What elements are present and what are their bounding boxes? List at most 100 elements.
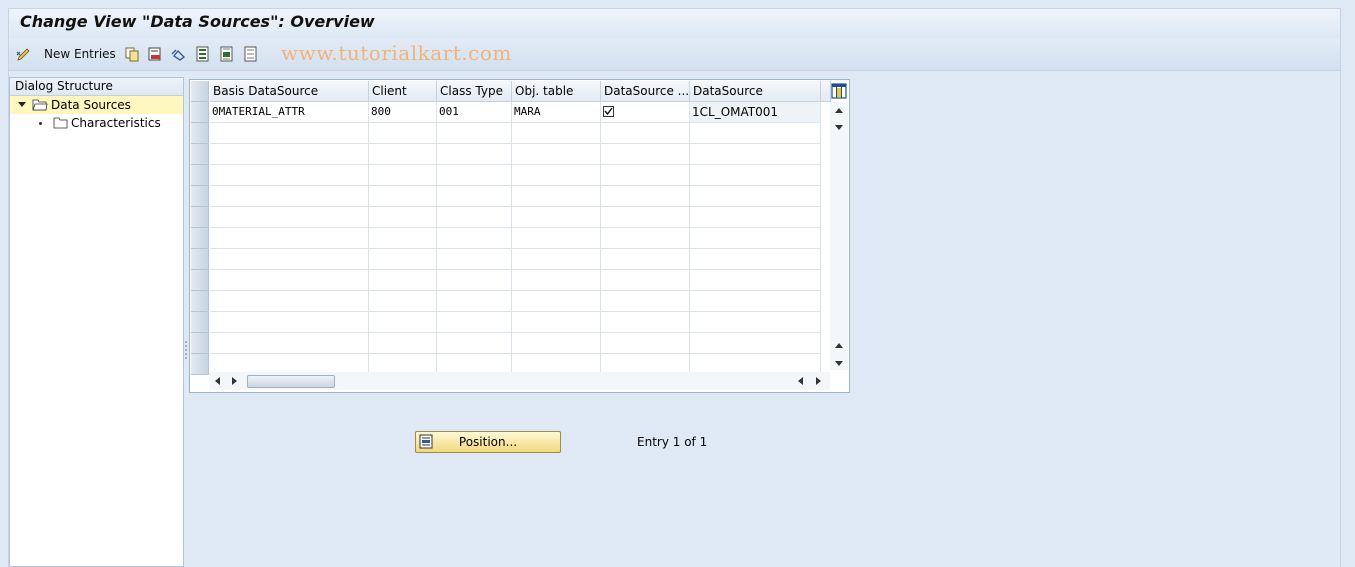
table-cell[interactable] [512, 207, 601, 228]
row-selector[interactable] [191, 354, 209, 375]
table-cell[interactable] [601, 207, 690, 228]
table-cell[interactable] [601, 270, 690, 291]
table-cell[interactable] [437, 291, 512, 312]
table-cell[interactable] [437, 228, 512, 249]
row-selector[interactable] [191, 312, 209, 333]
table-cell[interactable] [601, 186, 690, 207]
table-cell[interactable] [437, 333, 512, 354]
table-cell[interactable] [690, 186, 821, 207]
expand-triangle-icon[interactable] [18, 102, 26, 107]
select-all-rows-button[interactable] [191, 81, 209, 102]
table-cell[interactable]: 800 [369, 102, 437, 123]
row-selector[interactable] [191, 186, 209, 207]
table-cell[interactable] [210, 228, 369, 249]
table-cell[interactable] [369, 123, 437, 144]
table-cell[interactable] [210, 165, 369, 186]
table-cell[interactable] [210, 144, 369, 165]
column-header[interactable]: Basis DataSource [210, 81, 369, 102]
table-cell[interactable] [601, 144, 690, 165]
new-entries-button[interactable]: New Entries [44, 45, 116, 63]
row-selector[interactable] [191, 333, 209, 354]
row-selector[interactable] [191, 270, 209, 291]
edit-toggle-button[interactable] [16, 45, 32, 63]
horizontal-scrollbar[interactable] [209, 372, 830, 390]
table-cell[interactable] [601, 312, 690, 333]
table-cell[interactable] [210, 249, 369, 270]
table-cell[interactable] [690, 144, 821, 165]
table-cell[interactable] [601, 291, 690, 312]
table-cell[interactable] [512, 249, 601, 270]
select-block-button[interactable] [219, 45, 235, 63]
column-header[interactable]: Obj. table [512, 81, 601, 102]
table-cell[interactable] [690, 249, 821, 270]
column-header[interactable]: Client [369, 81, 437, 102]
table-cell[interactable] [690, 270, 821, 291]
table-cell[interactable] [210, 291, 369, 312]
table-cell[interactable] [369, 270, 437, 291]
row-selector[interactable] [191, 249, 209, 270]
table-cell[interactable]: 1CL_OMAT001 [690, 102, 821, 123]
table-cell[interactable] [512, 123, 601, 144]
scroll-left-icon[interactable] [215, 377, 220, 385]
table-cell[interactable] [369, 144, 437, 165]
table-cell[interactable] [369, 165, 437, 186]
scroll-up-icon[interactable] [835, 108, 843, 113]
row-selector[interactable] [191, 144, 209, 165]
table-cell[interactable] [690, 291, 821, 312]
deselect-all-button[interactable] [243, 45, 259, 63]
table-cell[interactable] [690, 165, 821, 186]
table-cell[interactable] [369, 291, 437, 312]
table-cell[interactable] [512, 270, 601, 291]
scroll-down-icon[interactable] [835, 125, 843, 130]
page-down-icon[interactable] [835, 361, 843, 366]
table-cell[interactable] [437, 270, 512, 291]
table-cell[interactable] [210, 270, 369, 291]
table-cell[interactable] [437, 186, 512, 207]
row-selector[interactable] [191, 123, 209, 144]
table-cell[interactable] [437, 123, 512, 144]
table-cell[interactable] [690, 207, 821, 228]
copy-button[interactable] [124, 45, 140, 63]
table-cell[interactable]: MARA [512, 102, 601, 123]
scroll-left-end-icon[interactable] [798, 377, 803, 385]
table-cell[interactable] [210, 123, 369, 144]
table-cell[interactable] [437, 165, 512, 186]
table-cell[interactable] [690, 228, 821, 249]
table-cell[interactable] [601, 102, 690, 123]
table-cell[interactable] [512, 144, 601, 165]
table-cell[interactable] [210, 186, 369, 207]
table-cell[interactable] [601, 123, 690, 144]
checkbox-checked-icon[interactable] [603, 106, 614, 117]
table-cell[interactable] [601, 249, 690, 270]
table-cell[interactable] [210, 312, 369, 333]
table-cell[interactable] [512, 186, 601, 207]
scroll-thumb[interactable] [247, 375, 335, 388]
table-cell[interactable] [369, 333, 437, 354]
table-cell[interactable] [369, 207, 437, 228]
row-selector[interactable] [191, 228, 209, 249]
column-header[interactable]: Class Type [437, 81, 512, 102]
row-selector[interactable] [191, 165, 209, 186]
tree-item-data-sources[interactable]: Data Sources [10, 96, 183, 114]
table-cell[interactable] [690, 312, 821, 333]
select-all-button[interactable] [195, 45, 211, 63]
table-cell[interactable] [512, 291, 601, 312]
table-settings-icon[interactable] [831, 83, 847, 99]
undo-button[interactable] [171, 45, 187, 63]
table-cell[interactable] [210, 207, 369, 228]
scroll-right-end-icon[interactable] [816, 377, 821, 385]
column-header[interactable]: DataSource ... [601, 81, 690, 102]
table-cell[interactable] [437, 144, 512, 165]
table-cell[interactable] [690, 123, 821, 144]
vertical-scrollbar[interactable] [830, 102, 848, 370]
table-cell[interactable] [601, 333, 690, 354]
table-cell[interactable] [437, 312, 512, 333]
row-selector[interactable] [191, 207, 209, 228]
page-up-icon[interactable] [835, 343, 843, 348]
row-selector[interactable] [191, 102, 209, 123]
table-cell[interactable] [369, 312, 437, 333]
table-cell[interactable]: 001 [437, 102, 512, 123]
column-header[interactable]: DataSource [690, 81, 821, 102]
table-cell[interactable] [437, 249, 512, 270]
tree-item-characteristics[interactable]: Characteristics [10, 114, 183, 132]
